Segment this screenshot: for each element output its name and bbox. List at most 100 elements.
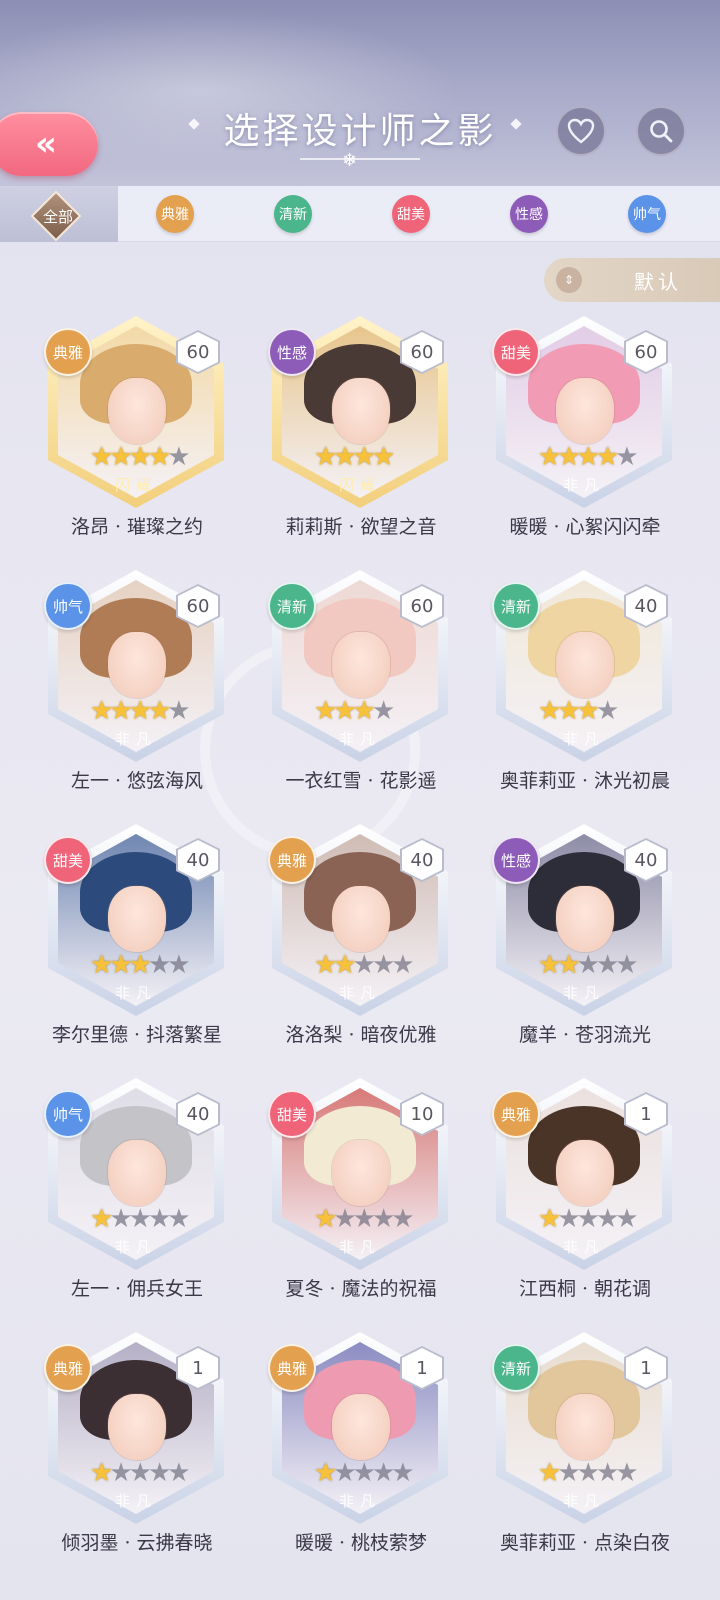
- star-filled-icon: ★: [595, 442, 619, 472]
- portrait-face: [108, 378, 166, 444]
- designer-card[interactable]: 性感 60 ★★★★ 闪耀 莉莉斯 · 欲望之音: [268, 316, 494, 546]
- card-name: 奥菲莉亚 · 点染白夜: [499, 1532, 671, 1554]
- style-badge: 典雅: [44, 1344, 92, 1392]
- style-badge: 清新: [268, 582, 316, 630]
- designer-card[interactable]: 帅气 60 ★★★★★ 非凡 左一 · 悠弦海风: [44, 570, 270, 800]
- star-filled-icon: ★: [352, 442, 376, 472]
- star-filled-icon: ★: [147, 442, 171, 472]
- portrait-face: [332, 1394, 390, 1460]
- designer-card[interactable]: 典雅 1 ★★★★★ 非凡 暖暖 · 桃枝萦梦: [268, 1332, 494, 1562]
- card-name: 奥菲莉亚 · 沐光初晨: [499, 770, 671, 792]
- star-filled-icon: ★: [557, 696, 580, 726]
- style-badge-label: 甜美: [276, 1105, 307, 1124]
- star-rating: ★★★★★: [90, 442, 220, 472]
- star-filled-icon: ★: [576, 696, 600, 726]
- tab-all-label: 全部: [42, 208, 73, 226]
- star-empty-icon: ★: [109, 1204, 132, 1234]
- star-empty-icon: ★: [557, 1458, 580, 1488]
- card-name: 一衣红雪 · 花影遥: [285, 770, 437, 792]
- star-empty-icon: ★: [352, 1204, 376, 1234]
- rank-label: 非凡: [562, 1492, 605, 1510]
- style-badge-label: 典雅: [52, 343, 83, 362]
- star-empty-icon: ★: [333, 1204, 356, 1234]
- portrait-face: [332, 886, 390, 952]
- portrait-face: [332, 632, 390, 698]
- card-name: 李尔里德 · 抖落繁星: [51, 1024, 223, 1046]
- star-filled-icon: ★: [109, 950, 132, 980]
- designer-card[interactable]: 清新 40 ★★★★ 非凡 奥菲莉亚 · 沐光初晨: [492, 570, 718, 800]
- designer-card-grid: 典雅 60 ★★★★★ 闪耀 洛昂 · 璀璨之约 性感 60 ★★★★ 闪耀 莉莉斯 · 欲望之音…: [0, 0, 720, 1600]
- portrait-face: [108, 1140, 166, 1206]
- card-name: 左一 · 悠弦海风: [70, 770, 204, 792]
- star-filled-icon: ★: [314, 696, 337, 726]
- designer-card[interactable]: 甜美 40 ★★★★★ 非凡 李尔里德 · 抖落繁星: [44, 824, 270, 1054]
- designer-card[interactable]: 帅气 40 ★★★★★ 非凡 左一 · 佣兵女王: [44, 1078, 270, 1308]
- designer-card[interactable]: 甜美 10 ★★★★★ 非凡 夏冬 · 魔法的祝福: [268, 1078, 494, 1308]
- card-name: 魔羊 · 苍羽流光: [518, 1024, 652, 1046]
- star-filled-icon: ★: [90, 950, 113, 980]
- star-filled-icon: ★: [557, 442, 580, 472]
- star-filled-icon: ★: [90, 1204, 113, 1234]
- star-rating: ★★★★★: [90, 696, 220, 726]
- star-empty-icon: ★: [595, 696, 619, 726]
- level-value: 60: [634, 341, 658, 363]
- star-filled-icon: ★: [109, 696, 132, 726]
- level-value: 40: [410, 849, 434, 871]
- designer-card[interactable]: 甜美 60 ★★★★★ 非凡 暖暖 · 心絮闪闪牵: [492, 316, 718, 546]
- star-filled-icon: ★: [333, 950, 356, 980]
- style-badge: 性感: [268, 328, 316, 376]
- star-rating: ★★★★★: [314, 1204, 444, 1234]
- star-rating: ★★★★★: [538, 442, 668, 472]
- star-empty-icon: ★: [147, 1204, 171, 1234]
- star-filled-icon: ★: [557, 950, 580, 980]
- star-rating: ★★★★: [314, 442, 444, 472]
- level-value: 1: [192, 1357, 204, 1379]
- style-badge: 帅气: [44, 582, 92, 630]
- rank-label: 非凡: [114, 1238, 157, 1256]
- level-value: 60: [410, 341, 434, 363]
- star-filled-icon: ★: [314, 950, 337, 980]
- star-filled-icon: ★: [538, 950, 561, 980]
- star-empty-icon: ★: [615, 950, 638, 980]
- star-filled-icon: ★: [128, 696, 152, 726]
- star-filled-icon: ★: [90, 442, 113, 472]
- style-badge-label: 帅气: [52, 597, 83, 616]
- designer-card[interactable]: 典雅 40 ★★★★★ 非凡 洛洛梨 · 暗夜优雅: [268, 824, 494, 1054]
- star-empty-icon: ★: [615, 442, 638, 472]
- rank-label: 非凡: [114, 984, 157, 1002]
- star-rating: ★★★★★: [538, 1204, 668, 1234]
- star-empty-icon: ★: [576, 1204, 600, 1234]
- star-empty-icon: ★: [167, 950, 190, 980]
- style-badge-label: 性感: [276, 343, 307, 362]
- star-rating: ★★★★★: [90, 1458, 220, 1488]
- rank-label: 非凡: [562, 984, 605, 1002]
- card-name: 左一 · 佣兵女王: [70, 1278, 204, 1300]
- designer-card[interactable]: 性感 40 ★★★★★ 非凡 魔羊 · 苍羽流光: [492, 824, 718, 1054]
- style-badge: 清新: [492, 582, 540, 630]
- star-filled-icon: ★: [371, 442, 395, 472]
- style-badge-label: 清新: [500, 1359, 531, 1378]
- portrait-face: [556, 378, 614, 444]
- style-badge-label: 典雅: [276, 1359, 307, 1378]
- star-rating: ★★★★★: [314, 950, 444, 980]
- designer-card[interactable]: 清新 60 ★★★★ 非凡 一衣红雪 · 花影遥: [268, 570, 494, 800]
- designer-card[interactable]: 典雅 1 ★★★★★ 非凡 江西桐 · 朝花调: [492, 1078, 718, 1308]
- card-name: 江西桐 · 朝花调: [518, 1278, 652, 1300]
- level-value: 1: [416, 1357, 428, 1379]
- level-value: 10: [410, 1103, 434, 1125]
- star-filled-icon: ★: [576, 442, 600, 472]
- designer-card[interactable]: 典雅 1 ★★★★★ 非凡 倾羽墨 · 云拂春晓: [44, 1332, 270, 1562]
- designer-card[interactable]: 清新 1 ★★★★★ 非凡 奥菲莉亚 · 点染白夜: [492, 1332, 718, 1562]
- designer-card[interactable]: 典雅 60 ★★★★★ 闪耀 洛昂 · 璀璨之约: [44, 316, 270, 546]
- style-badge-label: 典雅: [276, 851, 307, 870]
- star-empty-icon: ★: [352, 950, 376, 980]
- star-filled-icon: ★: [333, 442, 356, 472]
- star-empty-icon: ★: [391, 1204, 414, 1234]
- star-empty-icon: ★: [595, 1204, 619, 1234]
- star-rating: ★★★★★: [314, 1458, 444, 1488]
- star-empty-icon: ★: [109, 1458, 132, 1488]
- style-badge: 甜美: [268, 1090, 316, 1138]
- star-empty-icon: ★: [371, 1204, 395, 1234]
- star-rating: ★★★★★: [90, 1204, 220, 1234]
- star-filled-icon: ★: [538, 1204, 561, 1234]
